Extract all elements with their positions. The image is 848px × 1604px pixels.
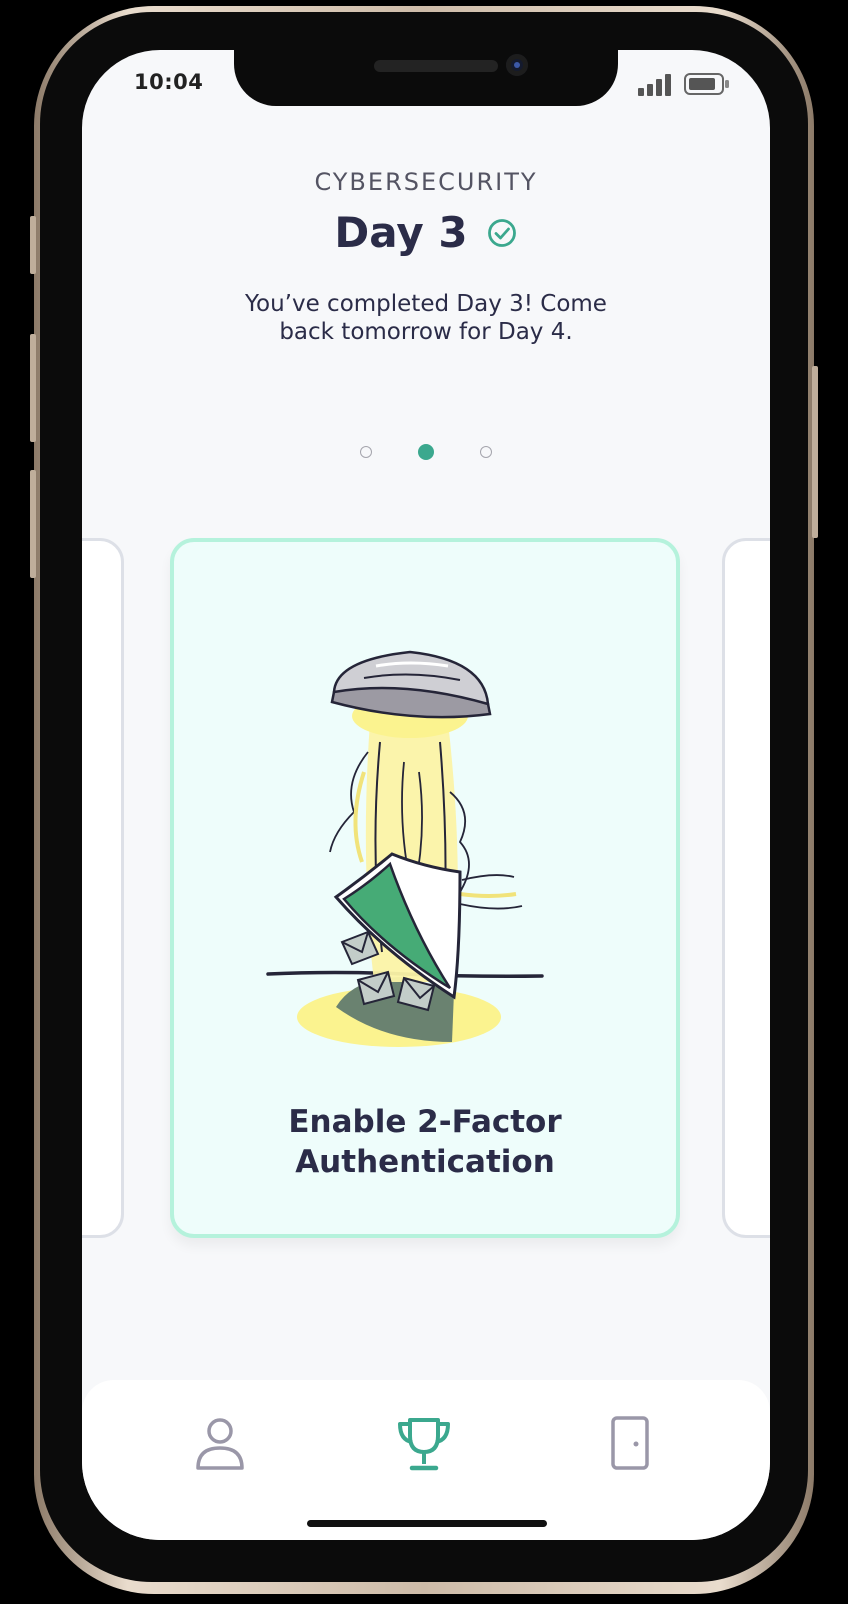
notch	[234, 50, 618, 106]
previous-card[interactable]	[82, 538, 124, 1238]
card-title: Enable 2-Factor Authentication	[288, 1104, 562, 1180]
completion-message: You’ve completed Day 3! Come back tomorr…	[245, 291, 607, 345]
door-icon[interactable]	[600, 1414, 660, 1474]
profile-icon[interactable]	[190, 1414, 250, 1474]
home-indicator[interactable]	[307, 1520, 547, 1527]
check-circle-icon	[487, 218, 516, 247]
page-dot[interactable]	[480, 446, 492, 458]
battery-icon	[684, 73, 729, 95]
page-dot[interactable]	[360, 446, 372, 458]
next-card[interactable]	[722, 538, 770, 1238]
page-indicator	[82, 444, 770, 460]
camera	[506, 54, 528, 76]
app-screen: 10:04 CYBERSECURITY Day 3 You’ve complet…	[82, 50, 770, 1540]
status-time: 10:04	[134, 70, 204, 94]
day-heading: Day 3	[82, 208, 770, 257]
side-button	[812, 366, 818, 538]
side-button	[30, 334, 36, 442]
page-dot-active[interactable]	[418, 444, 434, 460]
side-button	[30, 470, 36, 578]
ufo-shield-illustration	[266, 650, 544, 1047]
side-button	[30, 216, 36, 274]
trophy-icon[interactable]	[394, 1414, 454, 1474]
speaker	[374, 60, 498, 72]
day-title: Day 3	[334, 208, 468, 257]
signal-icon	[638, 74, 671, 96]
course-label: CYBERSECURITY	[314, 168, 538, 196]
tab-bar	[82, 1380, 770, 1540]
lesson-card[interactable]: Enable 2-Factor Authentication	[170, 538, 680, 1238]
